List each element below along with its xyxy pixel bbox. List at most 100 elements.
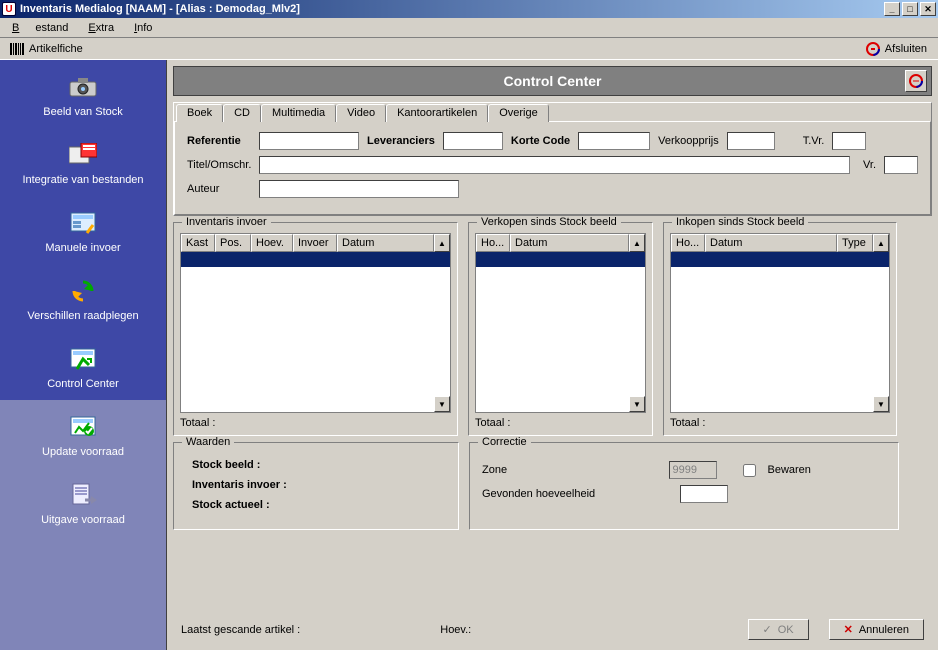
menu-info[interactable]: Info [126, 20, 160, 36]
gevonden-input[interactable] [680, 485, 728, 503]
col-type[interactable]: Type [837, 234, 873, 252]
exit-icon [865, 41, 881, 57]
annuleren-button[interactable]: ✕ Annuleren [829, 619, 924, 640]
ok-label: OK [778, 624, 794, 636]
tvr-input[interactable] [832, 132, 866, 150]
sync-icon [67, 278, 99, 304]
col-hoev[interactable]: Hoev. [251, 234, 293, 252]
details-tab-group: Boek CD Multimedia Video Kantoorartikele… [173, 102, 932, 216]
scroll-down-button[interactable]: ▼ [434, 396, 450, 412]
export-icon [67, 482, 99, 508]
bewaren-checkbox[interactable] [743, 464, 756, 477]
auteur-input[interactable] [259, 180, 459, 198]
minimize-button[interactable]: _ [884, 2, 900, 16]
verkoopprijs-label: Verkoopprijs [658, 135, 719, 147]
inkopen-panel: Inkopen sinds Stock beeld Ho... Datum Ty… [663, 222, 897, 436]
korte-code-input[interactable] [578, 132, 650, 150]
verkopen-grid[interactable]: Ho... Datum ▲ ▼ [475, 233, 646, 413]
header-refresh-button[interactable] [905, 70, 927, 92]
verkopen-legend: Verkopen sinds Stock beeld [477, 216, 621, 228]
korte-code-label: Korte Code [511, 135, 570, 147]
menu-extra[interactable]: Extra [80, 20, 122, 36]
col-datum[interactable]: Datum [705, 234, 837, 252]
sidebar-item-label: Integratie van bestanden [22, 174, 143, 186]
laatst-gescande-label: Laatst gescande artikel : [181, 624, 300, 636]
integration-icon [67, 142, 99, 168]
inventaris-totaal: Totaal : [180, 417, 451, 429]
col-datum[interactable]: Datum [337, 234, 434, 252]
scroll-up-button[interactable]: ▲ [629, 234, 645, 252]
annuleren-label: Annuleren [859, 624, 909, 636]
sidebar-item-manuele-invoer[interactable]: Manuele invoer [0, 196, 166, 264]
cancel-icon: ✕ [844, 623, 853, 636]
col-kast[interactable]: Kast [181, 234, 215, 252]
inventaris-grid[interactable]: Kast Pos. Hoev. Invoer Datum ▲ ▼ [180, 233, 451, 413]
afsluiten-label: Afsluiten [885, 43, 927, 55]
col-ho[interactable]: Ho... [476, 234, 510, 252]
toolbar: Artikelfiche Afsluiten [0, 38, 938, 60]
inventaris-invoer-label: Inventaris invoer : [192, 479, 446, 491]
hoev-label: Hoev.: [440, 624, 471, 636]
verkopen-panel: Verkopen sinds Stock beeld Ho... Datum ▲… [468, 222, 653, 436]
tab-cd[interactable]: CD [223, 104, 261, 122]
grid-body[interactable]: ▼ [476, 252, 645, 412]
close-button[interactable]: ✕ [920, 2, 936, 16]
scroll-up-button[interactable]: ▲ [873, 234, 889, 252]
sidebar-item-control-center[interactable]: Control Center [0, 332, 166, 400]
selected-row[interactable] [181, 252, 450, 267]
inkopen-grid[interactable]: Ho... Datum Type ▲ ▼ [670, 233, 890, 413]
grid-body[interactable]: ▼ [671, 252, 889, 412]
tab-overige[interactable]: Overige [488, 104, 549, 122]
scroll-up-button[interactable]: ▲ [434, 234, 450, 252]
leveranciers-input[interactable] [443, 132, 503, 150]
sidebar-item-label: Manuele invoer [45, 242, 120, 254]
check-icon: ✓ [763, 623, 772, 636]
verkoopprijs-input[interactable] [727, 132, 775, 150]
waarden-legend: Waarden [182, 436, 234, 448]
tab-multimedia[interactable]: Multimedia [261, 104, 336, 122]
sidebar-item-label: Update voorraad [42, 446, 124, 458]
sidebar-item-beeld-van-stock[interactable]: Beeld van Stock [0, 60, 166, 128]
col-ho[interactable]: Ho... [671, 234, 705, 252]
sidebar-item-update-voorraad[interactable]: Update voorraad [0, 400, 166, 468]
tab-video[interactable]: Video [336, 104, 386, 122]
correctie-legend: Correctie [478, 436, 531, 448]
artikelfiche-button[interactable]: Artikelfiche [4, 39, 88, 59]
tab-boek[interactable]: Boek [176, 104, 223, 122]
scroll-down-button[interactable]: ▼ [873, 396, 889, 412]
sidebar-item-uitgave-voorraad[interactable]: Uitgave voorraad [0, 468, 166, 536]
camera-icon [67, 74, 99, 100]
leveranciers-label: Leveranciers [367, 135, 435, 147]
inventaris-invoer-panel: Inventaris invoer Kast Pos. Hoev. Invoer… [173, 222, 458, 436]
restore-button[interactable]: □ [902, 2, 918, 16]
statusbar: Laatst gescande artikel : Hoev.: ✓ OK ✕ … [173, 615, 932, 644]
ok-button[interactable]: ✓ OK [748, 619, 809, 640]
sidebar-item-label: Beeld van Stock [43, 106, 123, 118]
col-invoer[interactable]: Invoer [293, 234, 337, 252]
vr-input[interactable] [884, 156, 918, 174]
sidebar-item-integratie[interactable]: Integratie van bestanden [0, 128, 166, 196]
afsluiten-button[interactable]: Afsluiten [858, 39, 934, 59]
update-icon [67, 414, 99, 440]
manual-input-icon [67, 210, 99, 236]
page-title: Control Center [174, 73, 931, 89]
titel-label: Titel/Omschr. [187, 159, 251, 171]
referentie-input[interactable] [259, 132, 359, 150]
sidebar-item-label: Verschillen raadplegen [27, 310, 138, 322]
content-area: Control Center Boek CD Multimedia Video … [167, 60, 938, 650]
titel-input[interactable] [259, 156, 850, 174]
barcode-icon [9, 41, 25, 57]
col-datum[interactable]: Datum [510, 234, 629, 252]
selected-row[interactable] [476, 252, 645, 267]
tab-kantoor[interactable]: Kantoorartikelen [386, 104, 488, 122]
control-center-icon [67, 346, 99, 372]
vr-label: Vr. [858, 159, 876, 171]
sidebar-item-verschillen[interactable]: Verschillen raadplegen [0, 264, 166, 332]
col-pos[interactable]: Pos. [215, 234, 251, 252]
menu-bestand[interactable]: Bestand [4, 20, 76, 36]
selected-row[interactable] [671, 252, 889, 267]
grid-body[interactable]: ▼ [181, 252, 450, 412]
referentie-label: Referentie [187, 135, 251, 147]
scroll-down-button[interactable]: ▼ [629, 396, 645, 412]
app-icon: U [2, 2, 16, 16]
